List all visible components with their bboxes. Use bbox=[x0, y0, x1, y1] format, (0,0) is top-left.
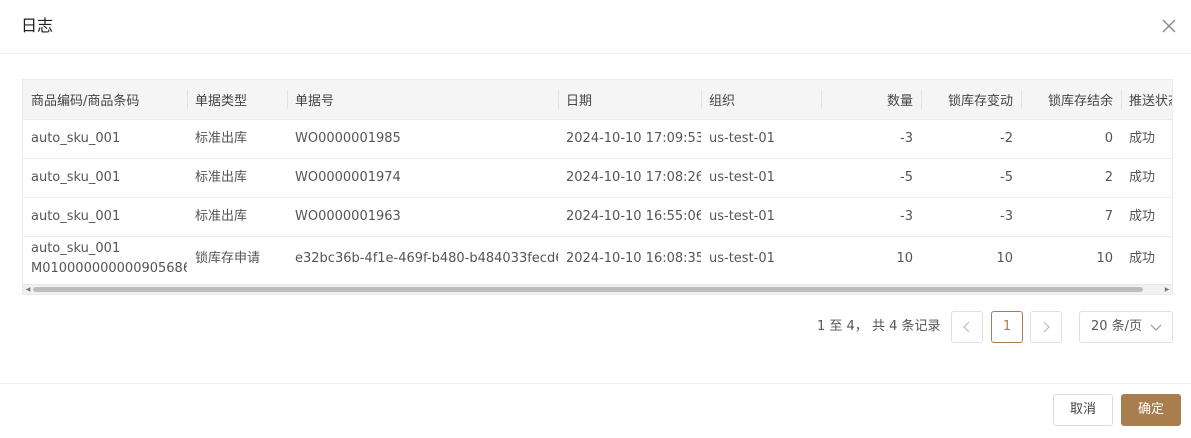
table-row: auto_sku_001 标准出库 WO0000001985 2024-10-1… bbox=[23, 119, 1172, 158]
cell-lock-change: -2 bbox=[1000, 130, 1013, 146]
chevron-down-icon bbox=[1150, 324, 1162, 331]
column-header-doc-type: 单据类型 bbox=[187, 80, 287, 119]
page-size-select[interactable]: 20 条/页 bbox=[1079, 311, 1173, 343]
dialog-title: 日志 bbox=[21, 16, 54, 35]
cell-date: 2024-10-10 17:08:26 bbox=[566, 169, 701, 185]
cell-sku: auto_sku_001 bbox=[31, 130, 121, 146]
column-header-org: 组织 bbox=[701, 80, 821, 119]
chevron-right-icon bbox=[1043, 321, 1050, 333]
table-row: auto_sku_001 标准出库 WO0000001974 2024-10-1… bbox=[23, 158, 1172, 197]
cell-push-status: 成功 bbox=[1129, 250, 1156, 266]
cell-doc-type: 标准出库 bbox=[195, 130, 248, 146]
page-number-button[interactable]: 1 bbox=[991, 311, 1023, 343]
cell-barcode: M010000000000905686 bbox=[31, 260, 187, 276]
close-icon[interactable] bbox=[1159, 16, 1179, 36]
chevron-left-icon bbox=[963, 321, 970, 333]
cell-org: us-test-01 bbox=[709, 250, 775, 266]
column-header-date: 日期 bbox=[558, 80, 701, 119]
cell-doc-type: 标准出库 bbox=[195, 208, 248, 224]
cell-doc-no: WO0000001974 bbox=[295, 169, 401, 185]
scroll-right-icon[interactable]: ▶ bbox=[1162, 286, 1172, 294]
prev-page-button[interactable] bbox=[951, 311, 983, 343]
pagination-summary: 1 至 4， 共 4 条记录 bbox=[817, 319, 941, 334]
cell-lock-balance: 2 bbox=[1104, 169, 1113, 185]
cell-push-status: 成功 bbox=[1129, 130, 1156, 146]
cell-doc-no: e32bc36b-4f1e-469f-b480-b484033fecd6 bbox=[295, 250, 558, 266]
cell-lock-change: -5 bbox=[1000, 169, 1013, 185]
table-header-row: 商品编码/商品条码 单据类型 单据号 日期 组织 数量 锁库存变动 锁库存结余 … bbox=[23, 80, 1172, 119]
column-header-qty: 数量 bbox=[821, 80, 921, 119]
cell-qty: 10 bbox=[896, 250, 913, 266]
cell-org: us-test-01 bbox=[709, 208, 775, 224]
cell-sku: auto_sku_001 M010000000000905686 bbox=[23, 236, 187, 281]
cell-sku-code: auto_sku_001 bbox=[31, 240, 121, 256]
dialog-header: 日志 bbox=[0, 0, 1191, 54]
cell-org: us-test-01 bbox=[709, 169, 775, 185]
scrollbar-thumb[interactable] bbox=[33, 287, 1143, 292]
cell-date: 2024-10-10 16:55:06 bbox=[566, 208, 701, 224]
cell-push-status: 成功 bbox=[1129, 208, 1156, 224]
cell-push-status: 成功 bbox=[1129, 169, 1156, 185]
cell-lock-balance: 7 bbox=[1104, 208, 1113, 224]
column-header-sku: 商品编码/商品条码 bbox=[31, 93, 140, 109]
column-header-lock-change: 锁库存变动 bbox=[921, 80, 1021, 119]
cell-lock-balance: 0 bbox=[1104, 130, 1113, 146]
cell-qty: -5 bbox=[900, 169, 913, 185]
cell-date: 2024-10-10 17:09:53 bbox=[566, 130, 701, 146]
column-header-push-status: 推送状态 bbox=[1121, 80, 1172, 119]
column-header-lock-balance: 锁库存结余 bbox=[1021, 80, 1121, 119]
horizontal-scrollbar[interactable]: ◀ ▶ bbox=[23, 284, 1172, 294]
cell-lock-balance: 10 bbox=[1096, 250, 1113, 266]
dialog-footer bbox=[0, 383, 1191, 438]
next-page-button[interactable] bbox=[1030, 311, 1062, 343]
cell-doc-type: 锁库存申请 bbox=[195, 250, 261, 266]
log-table: 商品编码/商品条码 单据类型 单据号 日期 组织 数量 锁库存变动 锁库存结余 … bbox=[22, 79, 1173, 295]
cell-doc-no: WO0000001963 bbox=[295, 208, 401, 224]
cell-lock-change: -3 bbox=[1000, 208, 1013, 224]
cell-date: 2024-10-10 16:08:35 bbox=[566, 250, 701, 266]
scroll-left-icon[interactable]: ◀ bbox=[23, 286, 33, 294]
cell-lock-change: 10 bbox=[996, 250, 1013, 266]
column-header-doc-no: 单据号 bbox=[287, 80, 558, 119]
cell-qty: -3 bbox=[900, 130, 913, 146]
table-row: auto_sku_001 标准出库 WO0000001963 2024-10-1… bbox=[23, 197, 1172, 236]
cell-doc-type: 标准出库 bbox=[195, 169, 248, 185]
confirm-button[interactable]: 确定 bbox=[1121, 394, 1181, 426]
cell-sku: auto_sku_001 bbox=[31, 169, 121, 185]
cell-sku: auto_sku_001 bbox=[31, 208, 121, 224]
cancel-button[interactable]: 取消 bbox=[1053, 394, 1113, 426]
page-size-value: 20 条/页 bbox=[1091, 319, 1143, 334]
cell-org: us-test-01 bbox=[709, 130, 775, 146]
cell-qty: -3 bbox=[900, 208, 913, 224]
cell-doc-no: WO0000001985 bbox=[295, 130, 401, 146]
table-row: auto_sku_001 M010000000000905686 锁库存申请 e… bbox=[23, 236, 1172, 281]
